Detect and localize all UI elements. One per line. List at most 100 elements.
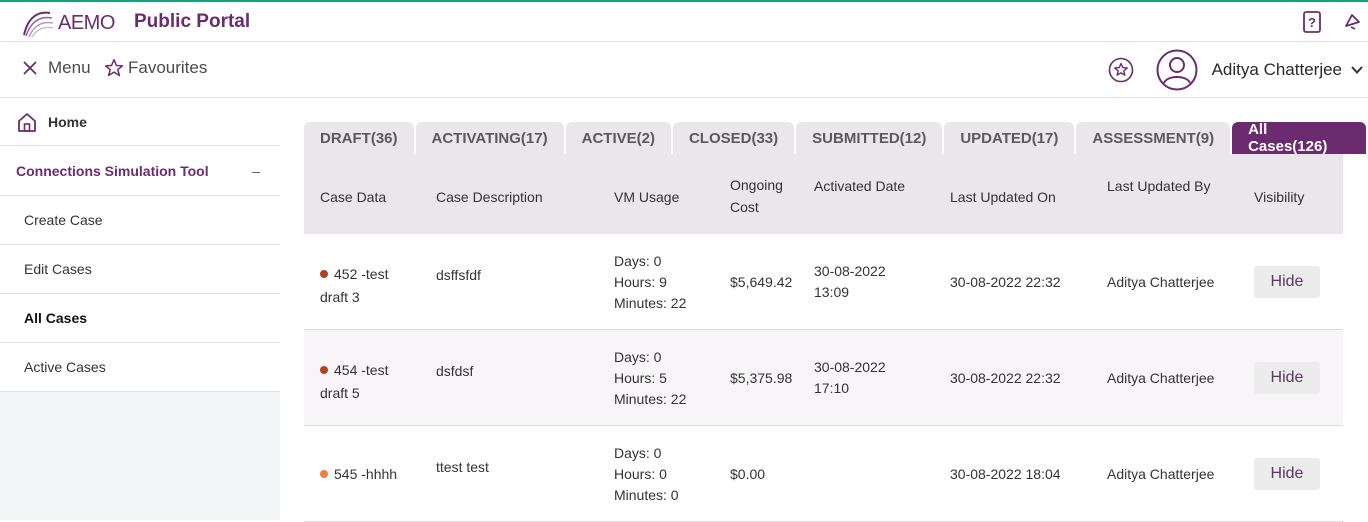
- tab-active[interactable]: ACTIVE(2): [565, 122, 671, 154]
- sidebar-item-label: Active Cases: [24, 359, 106, 375]
- hide-button[interactable]: Hide: [1254, 362, 1320, 394]
- tab-activating[interactable]: ACTIVATING(17): [415, 122, 564, 154]
- activated-time: 17:10: [814, 380, 850, 396]
- column-header-ongoing-cost[interactable]: Ongoing Cost: [730, 174, 783, 218]
- vm-hours: Hours: 0: [614, 466, 667, 482]
- sidebar-item-edit-cases[interactable]: Edit Cases: [0, 245, 280, 294]
- activated-date-cell: 30-08-2022 13:09: [814, 261, 886, 303]
- column-header-ongoing-cost-line2: Cost: [730, 199, 759, 215]
- sidebar-item-label: Create Case: [24, 212, 103, 228]
- activated-date: 30-08-2022: [814, 359, 886, 375]
- ongoing-cost-cell: $0.00: [730, 466, 766, 482]
- portal-title: Public Portal: [134, 11, 251, 32]
- column-header-last-updated-by[interactable]: Last Updated By: [1107, 175, 1211, 197]
- vm-days: Days: 0: [614, 253, 662, 269]
- vm-usage-cell: Days: 0 Hours: 5 Minutes: 22: [614, 347, 686, 410]
- vm-hours: Hours: 9: [614, 274, 667, 290]
- sidebar: Home Connections Simulation Tool – Creat…: [0, 98, 280, 520]
- column-header-ongoing-cost-line1: Ongoing: [730, 177, 783, 193]
- hide-button[interactable]: Hide: [1254, 266, 1320, 298]
- status-dot: [320, 470, 328, 478]
- user-area: Aditya Chatterjee: [1108, 49, 1368, 91]
- vm-usage-cell: Days: 0 Hours: 0 Minutes: 0: [614, 443, 679, 506]
- notification-bell-icon[interactable]: [1340, 10, 1364, 34]
- sidebar-item-label: Edit Cases: [24, 261, 92, 277]
- table-header: Case Data Case Description VM Usage Ongo…: [304, 154, 1343, 234]
- vm-hours: Hours: 5: [614, 370, 667, 386]
- case-name: draft 3: [320, 289, 360, 305]
- case-id: 452 -test: [334, 266, 389, 282]
- status-tabs: DRAFT(36) ACTIVATING(17) ACTIVE(2) CLOSE…: [304, 121, 1368, 155]
- column-header-vm-usage[interactable]: VM Usage: [614, 186, 679, 208]
- case-description-cell: dsfdsf: [436, 363, 474, 379]
- table-row[interactable]: 454 -test draft 5 dsfdsf Days: 0 Hours: …: [304, 330, 1343, 426]
- star-icon: [104, 58, 124, 77]
- sidebar-item-all-cases[interactable]: All Cases: [0, 294, 280, 343]
- cases-table: Case Data Case Description VM Usage Ongo…: [304, 154, 1343, 522]
- sidebar-item-home[interactable]: Home: [0, 98, 280, 146]
- ongoing-cost-cell: $5,375.98: [730, 370, 793, 386]
- sidebar-item-label: All Cases: [24, 310, 88, 326]
- menu-label: Menu: [48, 58, 91, 77]
- vm-minutes: Minutes: 22: [614, 295, 687, 311]
- tab-submitted[interactable]: SUBMITTED(12): [796, 122, 943, 154]
- favourites-button[interactable]: Favourites: [104, 58, 207, 78]
- last-updated-on-cell: 30-08-2022 18:04: [950, 466, 1061, 482]
- last-updated-by-cell: Aditya Chatterjee: [1107, 466, 1215, 482]
- last-updated-on-cell: 30-08-2022 22:32: [950, 370, 1061, 386]
- vm-days: Days: 0: [614, 445, 662, 461]
- top-bar: AEMO Public Portal ?: [0, 0, 1368, 42]
- hide-button[interactable]: Hide: [1254, 458, 1320, 490]
- sidebar-item-active-cases[interactable]: Active Cases: [0, 343, 280, 392]
- case-description-cell: dsffsfdf: [436, 267, 481, 283]
- last-updated-by-cell: Aditya Chatterjee: [1107, 370, 1215, 386]
- sub-bar: Menu Favourites Aditya Chatterjee: [0, 42, 1368, 98]
- column-header-activated-date[interactable]: Activated Date: [814, 175, 905, 197]
- favourites-label: Favourites: [128, 58, 208, 77]
- case-id: 454 -test: [334, 362, 389, 378]
- vm-usage-cell: Days: 0 Hours: 9 Minutes: 22: [614, 251, 686, 314]
- table-row[interactable]: 452 -test draft 3 dsffsfdf Days: 0 Hours…: [304, 234, 1343, 330]
- logo-text: AEMO: [58, 11, 115, 34]
- favourite-star-circle-icon[interactable]: [1108, 57, 1134, 83]
- ongoing-cost-cell: $5,649.42: [730, 274, 793, 290]
- case-data-cell[interactable]: 545 -hhhh: [320, 464, 397, 485]
- column-header-visibility[interactable]: Visibility: [1254, 186, 1304, 208]
- sidebar-section-connections-simulation-tool[interactable]: Connections Simulation Tool –: [0, 146, 280, 196]
- activated-date: 30-08-2022: [814, 263, 886, 279]
- tab-assessment[interactable]: ASSESSMENT(9): [1076, 122, 1231, 154]
- collapse-toggle[interactable]: –: [252, 163, 260, 179]
- tab-closed[interactable]: CLOSED(33): [672, 122, 795, 154]
- column-header-case-data[interactable]: Case Data: [320, 186, 386, 208]
- vm-minutes: Minutes: 22: [614, 391, 687, 407]
- help-icon[interactable]: ?: [1300, 10, 1324, 34]
- tab-updated[interactable]: UPDATED(17): [944, 122, 1075, 154]
- vm-days: Days: 0: [614, 349, 662, 365]
- aemo-logo[interactable]: AEMO: [20, 7, 115, 39]
- svg-text:?: ?: [1308, 15, 1316, 30]
- activated-time: 13:09: [814, 284, 850, 300]
- last-updated-on-cell: 30-08-2022 22:32: [950, 274, 1061, 290]
- sidebar-item-label: Home: [48, 113, 87, 130]
- column-header-case-description[interactable]: Case Description: [436, 186, 543, 208]
- column-header-last-updated-on[interactable]: Last Updated On: [950, 186, 1056, 208]
- case-name: draft 5: [320, 385, 360, 401]
- tab-draft[interactable]: DRAFT(36): [304, 122, 414, 154]
- activated-date-cell: 30-08-2022 17:10: [814, 357, 886, 399]
- case-data-cell[interactable]: 452 -test draft 3: [320, 263, 388, 309]
- case-data-cell[interactable]: 454 -test draft 5: [320, 359, 388, 405]
- aemo-logo-icon: [23, 11, 54, 38]
- close-icon: [23, 61, 37, 75]
- home-icon: [18, 112, 36, 132]
- case-description-cell: ttest test: [436, 459, 489, 475]
- avatar[interactable]: [1156, 49, 1198, 91]
- user-name[interactable]: Aditya Chatterjee: [1212, 60, 1342, 80]
- sidebar-section-label: Connections Simulation Tool: [16, 162, 209, 179]
- table-row[interactable]: 545 -hhhh ttest test Days: 0 Hours: 0 Mi…: [304, 426, 1343, 522]
- menu-button[interactable]: Menu: [22, 58, 91, 78]
- last-updated-by-cell: Aditya Chatterjee: [1107, 274, 1215, 290]
- tab-all-cases[interactable]: All Cases(126): [1232, 121, 1366, 155]
- vm-minutes: Minutes: 0: [614, 487, 679, 503]
- sidebar-item-create-case[interactable]: Create Case: [0, 196, 280, 245]
- chevron-down-icon[interactable]: [1350, 63, 1364, 77]
